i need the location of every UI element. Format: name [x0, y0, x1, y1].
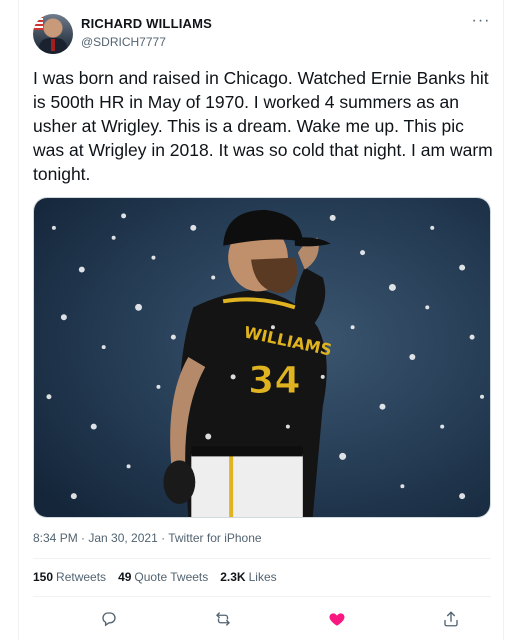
- divider: [33, 558, 491, 559]
- tweet-text: I was born and raised in Chicago. Watche…: [33, 68, 493, 184]
- tweet-actions: [33, 606, 491, 632]
- jersey-number: 34: [248, 358, 301, 402]
- author-handle[interactable]: @SDRICH7777: [81, 35, 166, 49]
- flag-graphic: [33, 16, 43, 30]
- quotes-label: Quote Tweets: [134, 570, 209, 584]
- tweet-header: RICHARD WILLIAMS @SDRICH7777 ···: [33, 13, 491, 58]
- retweets-label: Retweets: [56, 570, 107, 584]
- retweet-icon[interactable]: [210, 606, 236, 632]
- reply-icon[interactable]: [96, 606, 122, 632]
- avatar[interactable]: [33, 14, 73, 54]
- quotes-stat[interactable]: 49 Quote Tweets: [118, 570, 208, 584]
- likes-count: 2.3K: [220, 570, 246, 584]
- retweets-stat[interactable]: 150 Retweets: [33, 570, 106, 584]
- quotes-count: 49: [118, 570, 132, 584]
- photo-illustration: WILLIAMS 34: [34, 198, 490, 517]
- tweet-timestamp[interactable]: 8:34 PM · Jan 30, 2021 · Twitter for iPh…: [33, 531, 262, 545]
- heart-icon[interactable]: [324, 606, 350, 632]
- more-dots-icon[interactable]: ···: [471, 13, 491, 34]
- tie-graphic: [51, 39, 55, 51]
- tweet-photo[interactable]: WILLIAMS 34: [33, 197, 491, 518]
- share-icon[interactable]: [438, 606, 464, 632]
- likes-stat[interactable]: 2.3K Likes: [220, 570, 276, 584]
- likes-label: Likes: [248, 570, 277, 584]
- retweets-count: 150: [33, 570, 54, 584]
- author-name[interactable]: RICHARD WILLIAMS: [81, 16, 212, 31]
- tweet-card: RICHARD WILLIAMS @SDRICH7777 ··· I was b…: [18, 0, 504, 640]
- divider: [33, 596, 491, 597]
- tweet-stats: 150 Retweets 49 Quote Tweets 2.3K Likes: [33, 570, 277, 584]
